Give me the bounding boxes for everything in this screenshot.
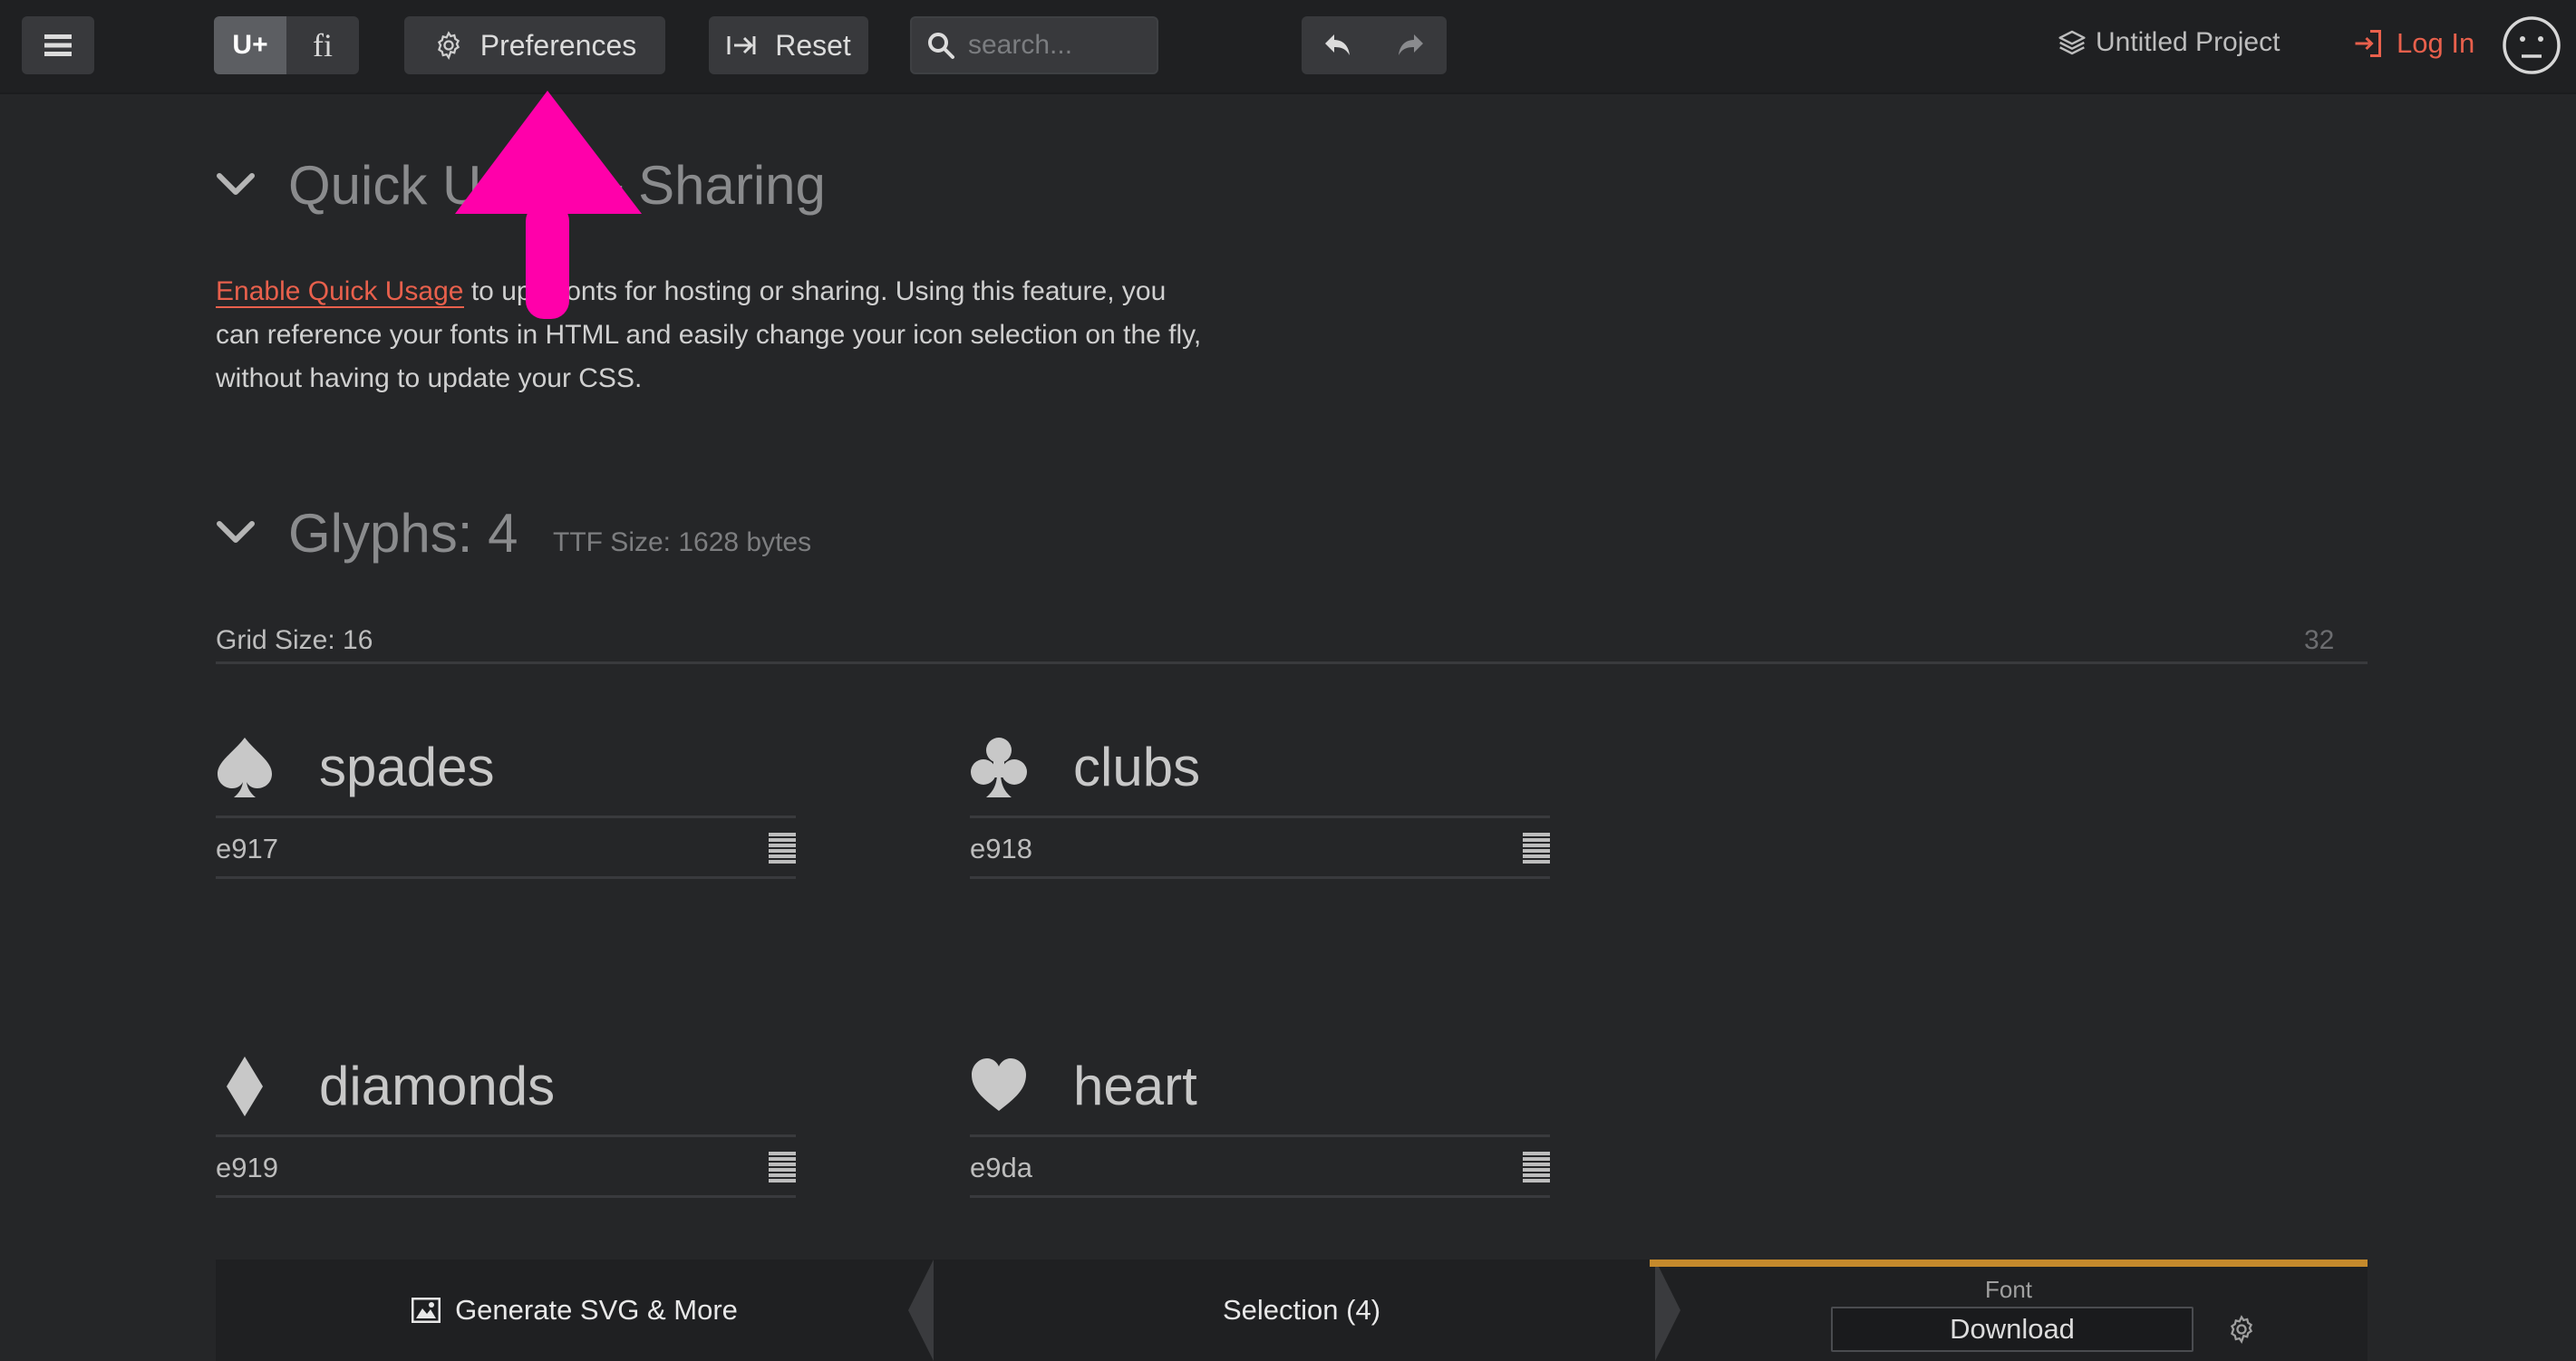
grid-size-max: 32 <box>2304 625 2335 655</box>
search-input[interactable] <box>968 30 1131 61</box>
collapse-quick-usage-chevron-icon[interactable] <box>214 169 257 201</box>
preferences-label: Preferences <box>479 28 637 62</box>
spade-icon <box>218 738 272 797</box>
glyph-name: heart <box>1073 1056 1197 1116</box>
hamburger-icon <box>44 34 72 56</box>
layers-icon <box>2058 30 2086 55</box>
glyph-code: e917 <box>216 833 278 864</box>
glyph-options-icon[interactable] <box>769 1152 796 1184</box>
project-name: Untitled Project <box>2096 27 2281 57</box>
glyph-code: e919 <box>216 1152 278 1183</box>
reset-button[interactable]: Reset <box>709 16 868 74</box>
reset-label: Reset <box>775 28 851 62</box>
preferences-button[interactable]: Preferences <box>404 16 665 74</box>
grid-size-slider[interactable] <box>216 661 2368 664</box>
quick-usage-title-part-b: Sharing <box>638 155 826 216</box>
font-tab[interactable]: Font Download <box>1650 1260 2368 1361</box>
login-link[interactable]: Log In <box>2351 27 2474 60</box>
glyph-code: e918 <box>970 833 1032 864</box>
undo-icon <box>1325 34 1350 55</box>
selection-label: Selection (4) <box>1222 1294 1381 1326</box>
grid-size-label: Grid Size: 16 <box>216 625 373 655</box>
glyph-options-icon[interactable] <box>1523 833 1550 865</box>
user-avatar-icon[interactable] <box>2502 15 2561 75</box>
annotation-arrow-icon <box>455 91 642 319</box>
glyph-code: e9da <box>970 1152 1032 1183</box>
diamond-icon <box>227 1057 263 1116</box>
glyph-name: clubs <box>1073 737 1201 797</box>
collapse-glyphs-chevron-icon[interactable] <box>214 516 257 549</box>
search-box <box>910 16 1158 74</box>
generate-svg-tab[interactable]: Generate SVG & More <box>216 1260 934 1361</box>
quick-usage-description: Enable Quick Usage to uplo fonts for hos… <box>216 270 1204 401</box>
unicode-mode-button[interactable]: U+ <box>214 16 286 74</box>
glyphs-title: Glyphs: 4 <box>288 503 518 564</box>
glyph-name: spades <box>319 737 495 797</box>
ligature-mode-button[interactable]: fi <box>286 16 359 74</box>
heart-icon <box>972 1058 1026 1111</box>
top-toolbar: U+ fi Preferences Reset search... Untitl… <box>0 0 2576 94</box>
enable-quick-usage-link[interactable]: Enable Quick Usage <box>216 276 464 308</box>
reset-icon <box>727 36 756 54</box>
ttf-size: TTF Size: 1628 bytes <box>553 527 812 557</box>
glyph-code-field[interactable]: e917 <box>216 816 796 879</box>
redo-icon <box>1399 34 1423 55</box>
login-icon <box>2355 30 2381 57</box>
bottom-bar: Generate SVG & More Selection (4) Font D… <box>216 1260 2368 1361</box>
glyph-code-field[interactable]: e9da <box>970 1134 1550 1198</box>
glyph-code-field[interactable]: e919 <box>216 1134 796 1198</box>
glyph-code-field[interactable]: e918 <box>970 816 1550 879</box>
redo-button[interactable] <box>1374 16 1447 74</box>
glyph-options-icon[interactable] <box>1523 1152 1550 1184</box>
generate-svg-label: Generate SVG & More <box>455 1294 738 1326</box>
gear-icon <box>437 31 460 60</box>
font-label: Font <box>1984 1276 2033 1303</box>
image-icon <box>412 1298 441 1323</box>
project-switcher[interactable]: Untitled Project <box>2058 27 2280 58</box>
club-icon <box>971 738 1027 797</box>
login-label: Log In <box>2397 27 2475 59</box>
download-button[interactable]: Download <box>1831 1307 2193 1352</box>
glyph-name: diamonds <box>319 1056 556 1116</box>
undo-button[interactable] <box>1302 16 1374 74</box>
hamburger-menu-button[interactable] <box>22 16 94 74</box>
display-mode-toggle: U+ fi <box>214 16 359 74</box>
glyph-options-icon[interactable] <box>769 833 796 865</box>
selection-tab[interactable]: Selection (4) <box>934 1260 1670 1361</box>
font-settings-gear-icon[interactable] <box>2226 1314 2257 1345</box>
search-icon <box>928 33 954 59</box>
